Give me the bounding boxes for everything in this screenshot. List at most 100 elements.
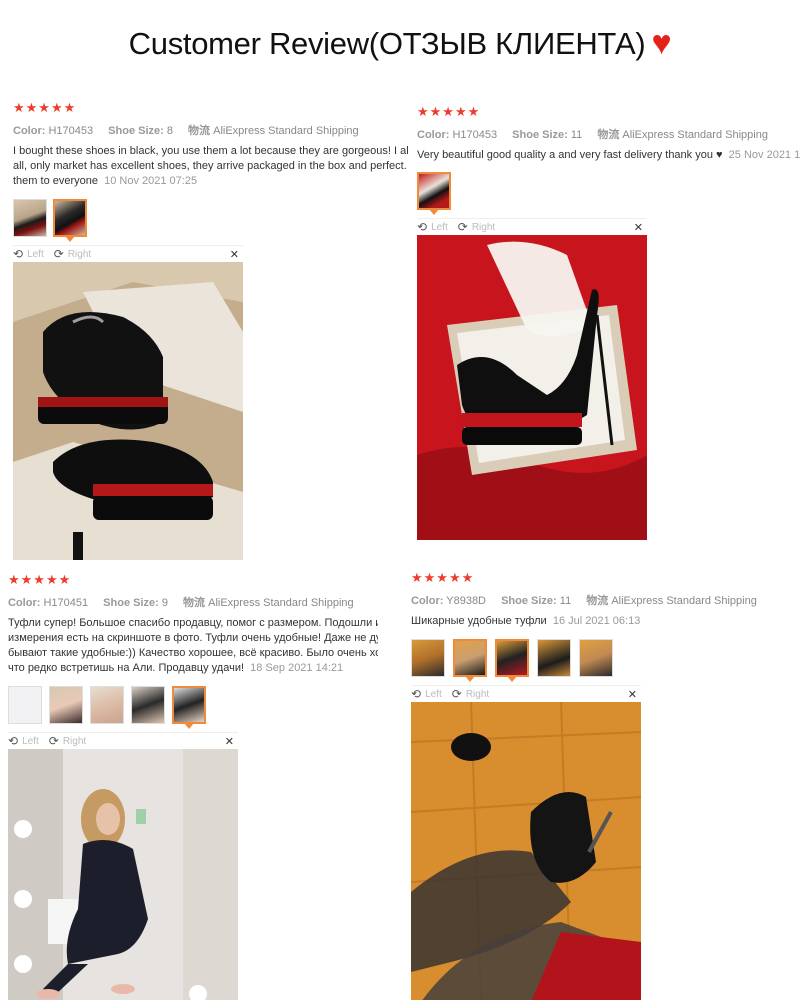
rotate-right-label[interactable]: Right bbox=[63, 736, 86, 747]
rotate-right-icon[interactable]: ⟳ bbox=[54, 247, 64, 261]
review-thumbnail-selected[interactable] bbox=[417, 172, 451, 215]
shoe-size-label: Shoe Size: bbox=[501, 595, 557, 607]
rotate-right-icon[interactable]: ⟳ bbox=[458, 220, 468, 234]
shipping-value: AliExpress Standard Shipping bbox=[213, 125, 359, 137]
rotate-left-label[interactable]: Left bbox=[22, 736, 39, 747]
review-thumbnail-selected[interactable] bbox=[495, 639, 529, 682]
color-label: Color: bbox=[8, 597, 41, 609]
color-value: H170453 bbox=[48, 125, 94, 137]
viewer-toolbar: ⟲ Left ⟳ Right ✕ bbox=[417, 218, 647, 235]
review-meta: Color: Y8938D Shoe Size: 11 物流 AliExpres… bbox=[411, 592, 800, 608]
review-line: измерения есть на скриншоте в фото. Туфл… bbox=[8, 632, 378, 644]
review-thumbnail[interactable] bbox=[49, 686, 83, 724]
review-date: 18 Sep 2021 14:21 bbox=[250, 662, 344, 674]
rotate-left-label[interactable]: Left bbox=[431, 222, 448, 233]
shipping-value: AliExpress Standard Shipping bbox=[208, 597, 354, 609]
review-thumbnail[interactable] bbox=[537, 639, 571, 677]
review-meta: Color: H170451 Shoe Size: 9 物流 AliExpres… bbox=[8, 594, 378, 610]
color-value: Y8938D bbox=[446, 595, 487, 607]
rotate-left-icon[interactable]: ⟲ bbox=[8, 734, 18, 748]
review-photo bbox=[8, 749, 238, 1000]
review-text: I bought these shoes in black, you use t… bbox=[13, 144, 408, 189]
page-title-text: Customer Review(ОТЗЫВ КЛИЕНТА) bbox=[128, 26, 646, 61]
review-line: I bought these shoes in black, you use t… bbox=[13, 145, 408, 157]
viewer-toolbar: ⟲ Left ⟳ Right ✕ bbox=[13, 245, 243, 262]
shipping-value: AliExpress Standard Shipping bbox=[611, 595, 757, 607]
shoe-size-value: 8 bbox=[166, 125, 173, 137]
review-photo bbox=[411, 702, 641, 1000]
review-line: Шикарные удобные туфли bbox=[411, 615, 547, 627]
review-thumbnail-selected[interactable] bbox=[53, 199, 87, 242]
shoe-size-label: Shoe Size: bbox=[103, 597, 159, 609]
review-meta: Color: H170453 Shoe Size: 8 物流 AliExpres… bbox=[13, 122, 408, 138]
review-line: Туфли супер! Большое спасибо продавцу, п… bbox=[8, 617, 378, 629]
heart-icon: ♥ bbox=[651, 24, 672, 62]
color-label: Color: bbox=[411, 595, 444, 607]
review-thumbnail[interactable] bbox=[8, 686, 42, 724]
color-value: H170451 bbox=[43, 597, 89, 609]
thumbnail-strip bbox=[411, 639, 800, 682]
star-rating: ★★★★★ bbox=[417, 104, 481, 119]
star-rating: ★★★★★ bbox=[8, 572, 72, 587]
rotate-right-label[interactable]: Right bbox=[466, 689, 489, 700]
rotate-right-label[interactable]: Right bbox=[472, 222, 495, 233]
shipping-label: 物流 bbox=[597, 129, 620, 141]
review-card: ★★★★★ Color: H170453 Shoe Size: 8 物流 Ali… bbox=[13, 100, 408, 560]
rotate-right-icon[interactable]: ⟳ bbox=[49, 734, 59, 748]
thumbnail-strip bbox=[13, 199, 408, 242]
shoe-size-value: 11 bbox=[559, 595, 572, 607]
review-line: бывают такие удобные:)) Качество хорошее… bbox=[8, 647, 378, 659]
review-line: что редко встретишь на Али. Продавцу уда… bbox=[8, 662, 245, 674]
review-date: 25 Nov 2021 1 bbox=[728, 149, 800, 161]
page-title: Customer Review(ОТЗЫВ КЛИЕНТА) ♥ bbox=[0, 24, 800, 63]
review-thumbnail[interactable] bbox=[579, 639, 613, 677]
review-thumbnail[interactable] bbox=[411, 639, 445, 677]
shoe-size-value: 11 bbox=[570, 129, 583, 141]
close-icon[interactable]: ✕ bbox=[628, 688, 637, 701]
image-viewer: ⟲ Left ⟳ Right ✕ bbox=[417, 218, 647, 540]
star-rating: ★★★★★ bbox=[13, 100, 77, 115]
rotate-left-icon[interactable]: ⟲ bbox=[13, 247, 23, 261]
review-date: 10 Nov 2021 07:25 bbox=[104, 175, 198, 187]
close-icon[interactable]: ✕ bbox=[634, 221, 643, 234]
review-meta: Color: H170453 Shoe Size: 11 物流 AliExpre… bbox=[417, 126, 800, 142]
review-thumbnail[interactable] bbox=[453, 639, 487, 682]
rotate-right-label[interactable]: Right bbox=[68, 249, 91, 260]
review-line: them to everyone bbox=[13, 175, 98, 187]
review-photo bbox=[13, 262, 243, 560]
review-text: Туфли супер! Большое спасибо продавцу, п… bbox=[8, 616, 378, 676]
viewer-toolbar: ⟲ Left ⟳ Right ✕ bbox=[411, 685, 641, 702]
shipping-value: AliExpress Standard Shipping bbox=[622, 129, 768, 141]
close-icon[interactable]: ✕ bbox=[225, 735, 234, 748]
rotate-right-icon[interactable]: ⟳ bbox=[452, 687, 462, 701]
color-label: Color: bbox=[417, 129, 450, 141]
thumbnail-strip bbox=[8, 686, 378, 729]
review-thumbnail[interactable] bbox=[90, 686, 124, 724]
review-text: Very beautiful good quality a and very f… bbox=[417, 148, 800, 163]
thumbnail-strip bbox=[417, 172, 800, 215]
review-line: all, only market has excellent shoes, th… bbox=[13, 160, 407, 172]
rotate-left-icon[interactable]: ⟲ bbox=[417, 220, 427, 234]
star-rating: ★★★★★ bbox=[411, 570, 475, 585]
color-label: Color: bbox=[13, 125, 46, 137]
close-icon[interactable]: ✕ bbox=[230, 248, 239, 261]
rotate-left-icon[interactable]: ⟲ bbox=[411, 687, 421, 701]
shoe-size-value: 9 bbox=[161, 597, 168, 609]
image-viewer: ⟲ Left ⟳ Right ✕ bbox=[411, 685, 641, 1000]
review-thumbnail[interactable] bbox=[13, 199, 47, 237]
rotate-left-label[interactable]: Left bbox=[425, 689, 442, 700]
image-viewer: ⟲ Left ⟳ Right ✕ bbox=[13, 245, 243, 560]
shipping-label: 物流 bbox=[183, 597, 206, 609]
review-thumbnail[interactable] bbox=[131, 686, 165, 724]
shipping-label: 物流 bbox=[586, 595, 609, 607]
color-value: H170453 bbox=[452, 129, 498, 141]
review-card: ★★★★★ Color: H170451 Shoe Size: 9 物流 Ali… bbox=[8, 572, 378, 1000]
review-text: Шикарные удобные туфли 16 Jul 2021 06:13 bbox=[411, 614, 800, 629]
review-line: Very beautiful good quality a and very f… bbox=[417, 149, 723, 161]
review-card: ★★★★★ Color: Y8938D Shoe Size: 11 物流 Ali… bbox=[411, 570, 800, 1000]
review-photo bbox=[417, 235, 647, 540]
rotate-left-label[interactable]: Left bbox=[27, 249, 44, 260]
review-thumbnail-selected[interactable] bbox=[172, 686, 206, 729]
review-date: 16 Jul 2021 06:13 bbox=[552, 615, 641, 627]
shoe-size-label: Shoe Size: bbox=[512, 129, 568, 141]
